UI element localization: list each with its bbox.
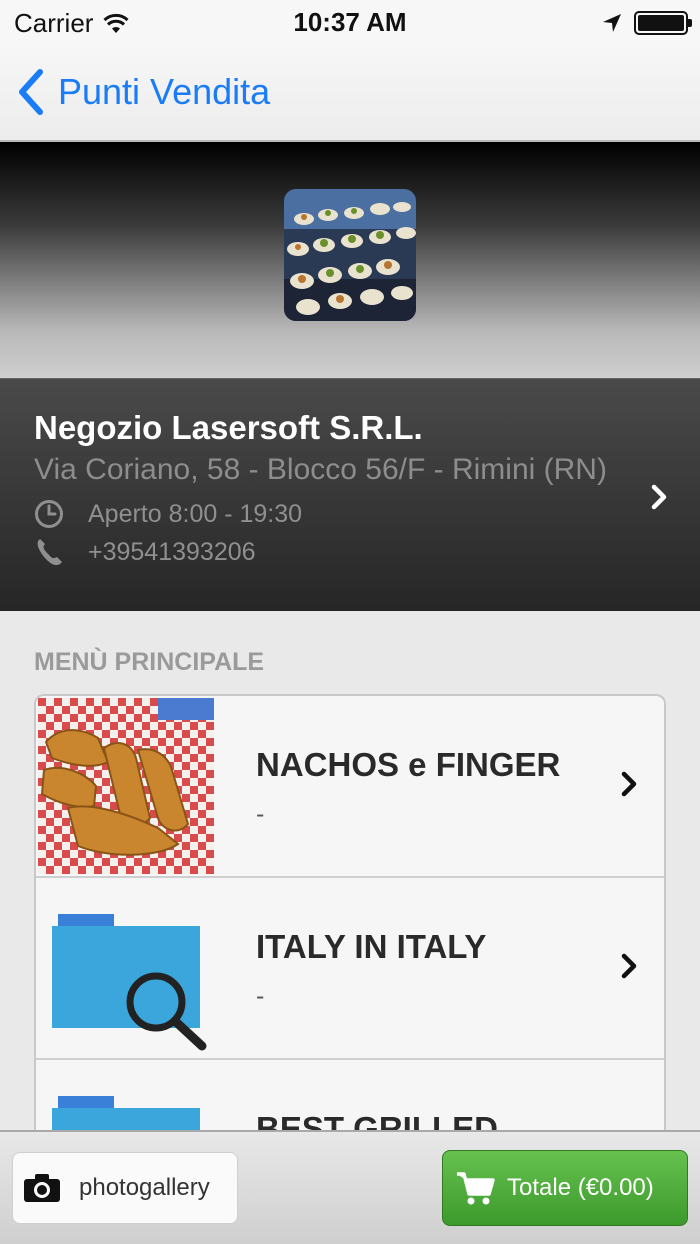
back-button[interactable]: Punti Vendita: [16, 68, 270, 116]
folder-search-icon: [38, 880, 214, 1056]
cart-total-label: Totale (€0.00): [507, 1174, 654, 1201]
menu-item-title: BEST GRILLED: [256, 1110, 499, 1130]
store-phone-row: +39541393206: [34, 537, 256, 567]
chevron-right-icon: [621, 771, 637, 797]
menu-list: NACHOS e FINGER - ITALY IN ITALY - BEST …: [34, 694, 666, 1130]
bottom-toolbar: photogallery Totale (€0.00): [0, 1130, 700, 1244]
menu-item-image: [38, 698, 214, 874]
store-hours: Aperto 8:00 - 19:30: [88, 499, 303, 528]
navigation-bar: Punti Vendita: [0, 44, 700, 142]
menu-item-nachos-finger[interactable]: NACHOS e FINGER -: [36, 696, 664, 878]
status-right: [602, 11, 692, 35]
store-phone: +39541393206: [88, 537, 256, 566]
battery-icon: [634, 11, 692, 35]
chevron-right-icon: [651, 484, 667, 510]
menu-item-subtitle: -: [256, 800, 265, 828]
menu-item-best-grilled[interactable]: BEST GRILLED -: [36, 1060, 664, 1130]
menu-item-subtitle: -: [256, 982, 265, 1010]
back-chevron-icon: [19, 69, 43, 115]
menu-item-title: ITALY IN ITALY: [256, 928, 487, 965]
chevron-right-icon: [621, 953, 637, 979]
store-address: Via Coriano, 58 - Blocco 56/F - Rimini (…: [34, 453, 607, 486]
photogallery-label: photogallery: [79, 1174, 210, 1201]
menu-section-title: MENÙ PRINCIPALE: [34, 648, 265, 676]
menu-item-title: NACHOS e FINGER: [256, 746, 561, 783]
store-name: Negozio Lasersoft S.R.L.: [34, 409, 423, 446]
store-header: [0, 142, 700, 378]
cart-icon: [457, 1172, 495, 1205]
phone-icon: [37, 539, 62, 566]
folder-search-icon: [38, 1062, 214, 1130]
cart-total-button[interactable]: Totale (€0.00): [442, 1150, 688, 1226]
store-hours-row: Aperto 8:00 - 19:30: [34, 499, 302, 529]
clock-icon: [35, 500, 63, 528]
back-button-label: Punti Vendita: [58, 71, 271, 112]
store-logo-image[interactable]: [284, 189, 416, 321]
menu-item-italy-in-italy[interactable]: ITALY IN ITALY -: [36, 878, 664, 1060]
status-bar: Carrier 10:37 AM: [0, 0, 700, 44]
location-arrow-icon: [603, 14, 621, 32]
photogallery-button[interactable]: photogallery: [12, 1152, 238, 1224]
status-time: 10:37 AM: [293, 7, 407, 37]
store-info-row[interactable]: Negozio Lasersoft S.R.L. Via Coriano, 58…: [0, 378, 700, 611]
camera-icon: [24, 1174, 60, 1202]
